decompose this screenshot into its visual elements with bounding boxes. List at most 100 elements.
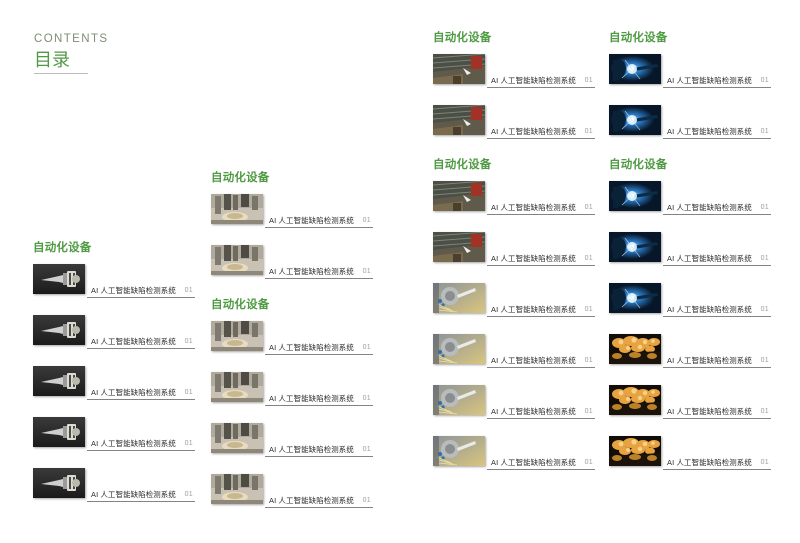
entry-body: AI 人工智能缺陷检测系统 01 — [265, 337, 373, 355]
toc-entry[interactable]: AI 人工智能缺陷检测系统 01 — [211, 194, 373, 234]
toc-entry[interactable]: AI 人工智能缺陷检测系统 01 — [211, 372, 373, 412]
entry-label[interactable]: AI 人工智能缺陷检测系统 — [491, 76, 576, 85]
entry-underline — [663, 265, 771, 266]
toc-entry[interactable]: AI 人工智能缺陷检测系统 01 — [609, 436, 771, 476]
toc-entry[interactable]: AI 人工智能缺陷检测系统 01 — [433, 283, 595, 323]
entry-label[interactable]: AI 人工智能缺陷检测系统 — [269, 216, 354, 225]
entry-thumbnail-sparks-orange-icon[interactable] — [609, 334, 661, 364]
entry-page-number: 01 — [184, 389, 193, 396]
toc-entry[interactable]: AI 人工智能缺陷检测系统 01 — [211, 245, 373, 285]
entry-label[interactable]: AI 人工智能缺陷检测系统 — [491, 127, 576, 136]
entry-label[interactable]: AI 人工智能缺陷检测系统 — [667, 305, 752, 314]
toc-entry[interactable]: AI 人工智能缺陷检测系统 01 — [609, 105, 771, 145]
entry-thumbnail-machinery-icon[interactable] — [211, 194, 263, 224]
toc-entry[interactable]: AI 人工智能缺陷检测系统 01 — [211, 423, 373, 463]
entry-thumbnail-machinery-icon[interactable] — [211, 245, 263, 275]
entry-page-number: 01 — [362, 497, 371, 504]
entry-thumbnail-sparks-silver-icon[interactable] — [433, 334, 485, 364]
toc-entry[interactable]: AI 人工智能缺陷检测系统 01 — [33, 417, 195, 457]
entry-underline — [487, 138, 595, 139]
entry-thumbnail-conveyor-icon[interactable] — [433, 232, 485, 262]
entry-thumbnail-conveyor-icon[interactable] — [433, 181, 485, 211]
entry-label[interactable]: AI 人工智能缺陷检测系统 — [91, 286, 176, 295]
toc-entry[interactable]: AI 人工智能缺陷检测系统 01 — [433, 385, 595, 425]
toc-entry[interactable]: AI 人工智能缺陷检测系统 01 — [609, 283, 771, 323]
toc-section: 自动化设备 AI 人工智能缺陷检测系统 01 AI 人工智能缺陷检测系统 01 AI 人工… — [33, 240, 195, 508]
toc-entry[interactable]: AI 人工智能缺陷检测系统 01 — [33, 315, 195, 355]
entry-label[interactable]: AI 人工智能缺陷检测系统 — [91, 490, 176, 499]
entry-thumbnail-sparks-silver-icon[interactable] — [433, 283, 485, 313]
toc-entry[interactable]: AI 人工智能缺陷检测系统 01 — [433, 105, 595, 145]
entry-body: AI 人工智能缺陷检测系统 01 — [487, 248, 595, 266]
toc-entry[interactable]: AI 人工智能缺陷检测系统 01 — [211, 321, 373, 361]
toc-entry[interactable]: AI 人工智能缺陷检测系统 01 — [211, 474, 373, 514]
entry-label[interactable]: AI 人工智能缺陷检测系统 — [269, 496, 354, 505]
entry-thumbnail-conveyor-icon[interactable] — [433, 54, 485, 84]
entry-label[interactable]: AI 人工智能缺陷检测系统 — [91, 337, 176, 346]
toc-entry[interactable]: AI 人工智能缺陷检测系统 01 — [433, 181, 595, 221]
entry-body: AI 人工智能缺陷检测系统 01 — [87, 331, 195, 349]
entry-thumbnail-machinery-icon[interactable] — [211, 321, 263, 351]
entry-thumbnail-welding-blue-icon[interactable] — [609, 232, 661, 262]
entry-body: AI 人工智能缺陷检测系统 01 — [265, 210, 373, 228]
entry-page-number: 01 — [362, 217, 371, 224]
entry-thumbnail-spindle-icon[interactable] — [33, 264, 85, 294]
entry-label[interactable]: AI 人工智能缺陷检测系统 — [269, 394, 354, 403]
entry-label[interactable]: AI 人工智能缺陷检测系统 — [491, 254, 576, 263]
entry-label[interactable]: AI 人工智能缺陷检测系统 — [667, 407, 752, 416]
entry-label[interactable]: AI 人工智能缺陷检测系统 — [269, 445, 354, 454]
entry-body: AI 人工智能缺陷检测系统 01 — [87, 382, 195, 400]
entry-thumbnail-sparks-silver-icon[interactable] — [433, 436, 485, 466]
entry-label[interactable]: AI 人工智能缺陷检测系统 — [269, 267, 354, 276]
entry-thumbnail-spindle-icon[interactable] — [33, 315, 85, 345]
toc-entry[interactable]: AI 人工智能缺陷检测系统 01 — [33, 468, 195, 508]
entry-thumbnail-conveyor-icon[interactable] — [433, 105, 485, 135]
entry-thumbnail-welding-blue-icon[interactable] — [609, 105, 661, 135]
entry-label[interactable]: AI 人工智能缺陷检测系统 — [491, 203, 576, 212]
entry-underline — [663, 316, 771, 317]
entry-label[interactable]: AI 人工智能缺陷检测系统 — [91, 388, 176, 397]
entry-thumbnail-sparks-orange-icon[interactable] — [609, 385, 661, 415]
entry-underline — [487, 316, 595, 317]
entry-label[interactable]: AI 人工智能缺陷检测系统 — [491, 458, 576, 467]
entry-underline — [663, 469, 771, 470]
toc-entry[interactable]: AI 人工智能缺陷检测系统 01 — [609, 54, 771, 94]
entry-thumbnail-welding-blue-icon[interactable] — [609, 54, 661, 84]
toc-entry[interactable]: AI 人工智能缺陷检测系统 01 — [609, 181, 771, 221]
entry-thumbnail-welding-blue-icon[interactable] — [609, 283, 661, 313]
toc-entry[interactable]: AI 人工智能缺陷检测系统 01 — [33, 366, 195, 406]
entry-label[interactable]: AI 人工智能缺陷检测系统 — [491, 407, 576, 416]
toc-entry[interactable]: AI 人工智能缺陷检测系统 01 — [609, 232, 771, 272]
entry-thumbnail-sparks-orange-icon[interactable] — [609, 436, 661, 466]
entry-thumbnail-sparks-silver-icon[interactable] — [433, 385, 485, 415]
entry-label[interactable]: AI 人工智能缺陷检测系统 — [667, 356, 752, 365]
toc-entry[interactable]: AI 人工智能缺陷检测系统 01 — [433, 54, 595, 94]
entry-label[interactable]: AI 人工智能缺陷检测系统 — [667, 76, 752, 85]
entry-label[interactable]: AI 人工智能缺陷检测系统 — [269, 343, 354, 352]
entry-label[interactable]: AI 人工智能缺陷检测系统 — [491, 305, 576, 314]
entry-thumbnail-machinery-icon[interactable] — [211, 423, 263, 453]
toc-entry[interactable]: AI 人工智能缺陷检测系统 01 — [609, 334, 771, 374]
entry-thumbnail-spindle-icon[interactable] — [33, 366, 85, 396]
entry-thumbnail-machinery-icon[interactable] — [211, 474, 263, 504]
toc-entry[interactable]: AI 人工智能缺陷检测系统 01 — [609, 385, 771, 425]
entry-thumbnail-machinery-icon[interactable] — [211, 372, 263, 402]
entry-label[interactable]: AI 人工智能缺陷检测系统 — [667, 458, 752, 467]
toc-entry[interactable]: AI 人工智能缺陷检测系统 01 — [433, 232, 595, 272]
toc-entry[interactable]: AI 人工智能缺陷检测系统 01 — [33, 264, 195, 304]
toc-column-2: 自动化设备 AI 人工智能缺陷检测系统 01 AI 人工智能缺陷检测系统 01 自动化设备… — [211, 170, 373, 525]
entry-underline — [487, 214, 595, 215]
entry-page-number: 01 — [362, 446, 371, 453]
entry-label[interactable]: AI 人工智能缺陷检测系统 — [667, 203, 752, 212]
entry-label[interactable]: AI 人工智能缺陷检测系统 — [491, 356, 576, 365]
title-underline — [34, 73, 88, 74]
toc-entry[interactable]: AI 人工智能缺陷检测系统 01 — [433, 436, 595, 476]
entry-thumbnail-welding-blue-icon[interactable] — [609, 181, 661, 211]
toc-entry[interactable]: AI 人工智能缺陷检测系统 01 — [433, 334, 595, 374]
entry-label[interactable]: AI 人工智能缺陷检测系统 — [91, 439, 176, 448]
entry-thumbnail-spindle-icon[interactable] — [33, 468, 85, 498]
entry-body: AI 人工智能缺陷检测系统 01 — [87, 484, 195, 502]
entry-label[interactable]: AI 人工智能缺陷检测系统 — [667, 254, 752, 263]
entry-thumbnail-spindle-icon[interactable] — [33, 417, 85, 447]
entry-label[interactable]: AI 人工智能缺陷检测系统 — [667, 127, 752, 136]
